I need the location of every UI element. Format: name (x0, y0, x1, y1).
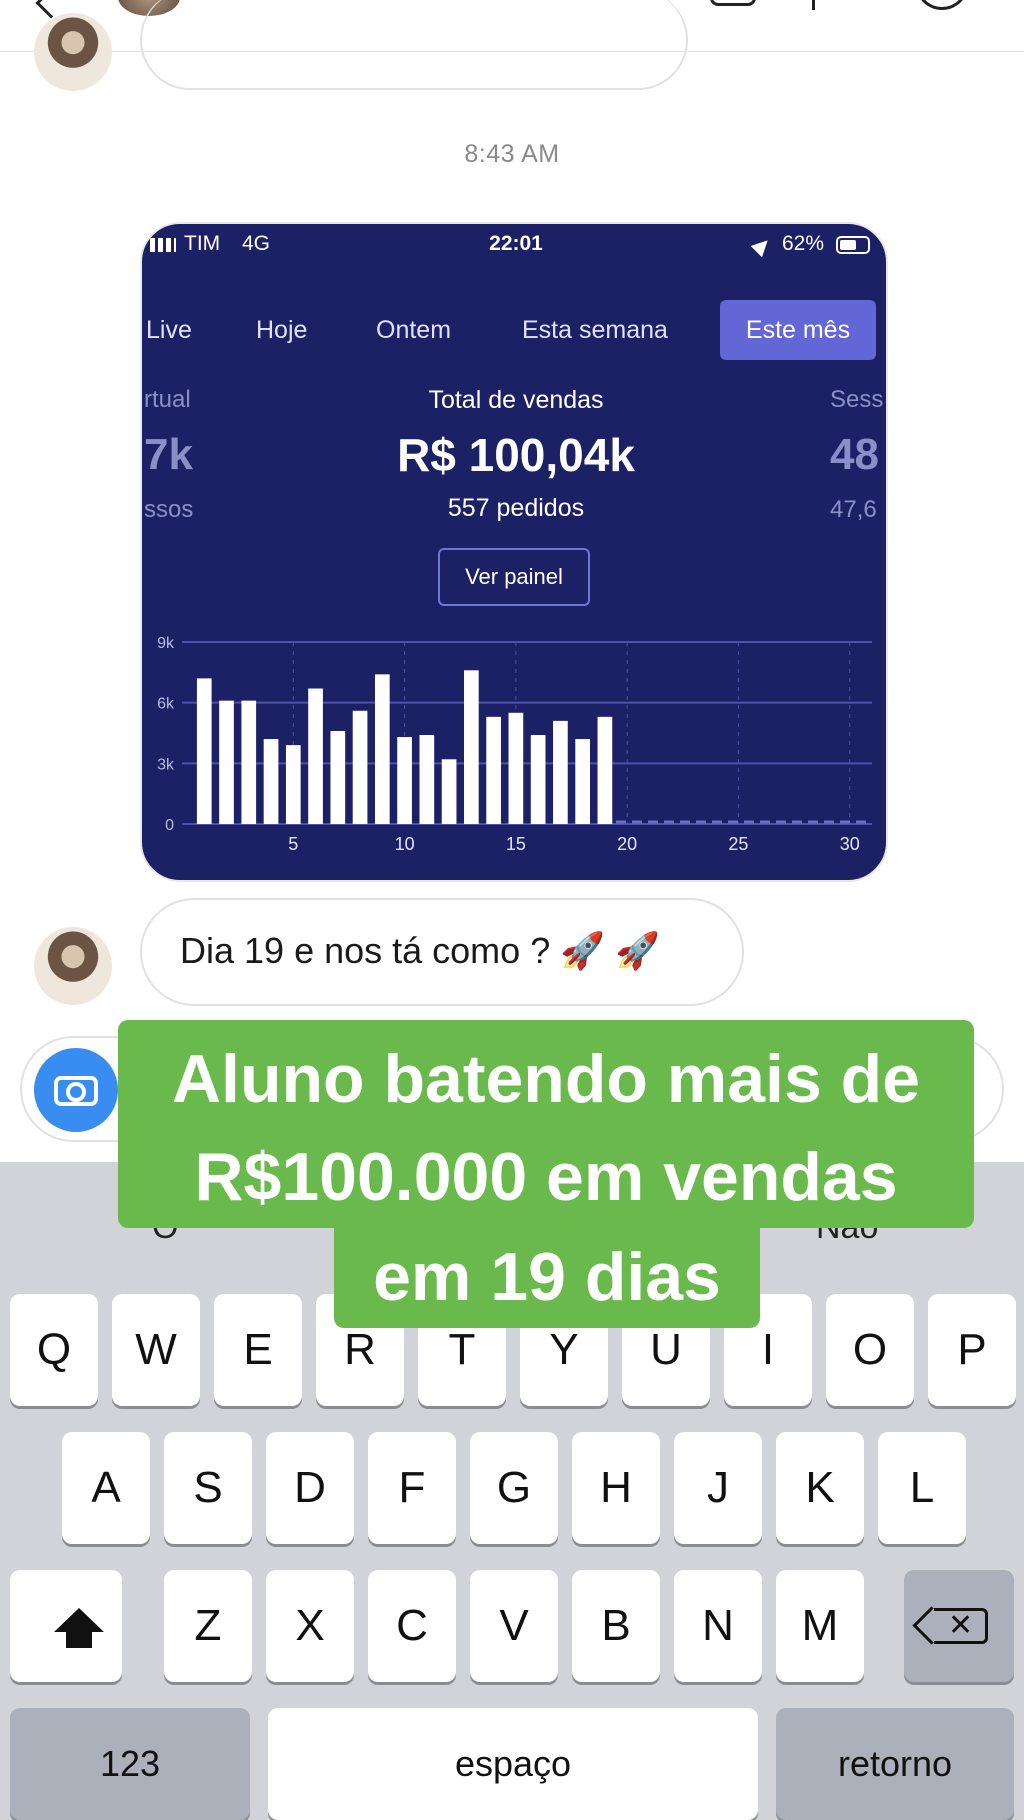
tab-esta-semana[interactable]: Esta semana (522, 300, 668, 360)
key-g[interactable]: G (470, 1432, 558, 1544)
video-call-icon[interactable] (710, 0, 756, 6)
chart-bar (530, 735, 546, 824)
key-h[interactable]: H (572, 1432, 660, 1544)
numbers-key[interactable]: 123 (10, 1708, 250, 1820)
chart-xtick-label: 20 (617, 834, 637, 854)
battery-percent: 62% (782, 232, 825, 255)
chart-bar (196, 678, 212, 824)
key-p[interactable]: P (928, 1294, 1016, 1406)
battery-icon (836, 236, 870, 254)
key-q[interactable]: Q (10, 1294, 98, 1406)
chart-bar (308, 688, 323, 824)
space-key[interactable]: espaço (268, 1708, 758, 1820)
key-j[interactable]: J (674, 1432, 762, 1544)
key-k[interactable]: K (776, 1432, 864, 1544)
chart-bar (219, 700, 234, 824)
tab-este-mes[interactable]: Este mês (720, 300, 876, 360)
chart-bar (374, 674, 390, 824)
chart-bar (285, 745, 301, 824)
key-d[interactable]: D (266, 1432, 354, 1544)
chart-ytick-label: 3k (157, 756, 175, 773)
chart-xtick-label: 15 (506, 834, 526, 854)
message-text: Dia 19 e nos tá como ? 🚀 🚀 (180, 930, 660, 971)
total-sales-label: Total de vendas (428, 386, 604, 414)
tab-ontem[interactable]: Ontem (376, 300, 451, 360)
chart-ytick-label: 0 (165, 817, 174, 834)
sales-bar-chart: 0 3k 6k 9k 5 10 15 20 25 30 (157, 635, 872, 854)
shift-key[interactable] (10, 1570, 122, 1682)
caption-line-2: R$100.000 em vendas (194, 1139, 898, 1215)
chart-bar (441, 759, 457, 824)
key-s[interactable]: S (164, 1432, 252, 1544)
key-b[interactable]: B (572, 1570, 660, 1682)
message-timestamp: 8:43 AM (464, 140, 560, 168)
key-n[interactable]: N (674, 1570, 762, 1682)
chart-xtick-label: 10 (395, 834, 415, 854)
key-c[interactable]: C (368, 1570, 456, 1682)
camera-lens-icon (66, 1082, 86, 1102)
chart-xtick-label: 30 (840, 834, 860, 854)
chart-bar (330, 730, 346, 824)
shift-arrow-icon (54, 1608, 104, 1632)
key-e[interactable]: E (214, 1294, 302, 1406)
right-metric-value: 48 (830, 430, 879, 479)
sender-avatar (34, 13, 112, 91)
key-f[interactable]: F (368, 1432, 456, 1544)
chart-bar (263, 739, 279, 824)
call-icon[interactable] (812, 0, 815, 10)
previous-message-bubble (140, 0, 688, 90)
status-time: 22:01 (489, 232, 543, 255)
chart-ytick-label: 9k (157, 635, 175, 652)
key-l[interactable]: L (878, 1432, 966, 1544)
right-metric-label: Sess (830, 386, 884, 413)
message-bubble[interactable]: Dia 19 e nos tá como ? 🚀 🚀 (140, 898, 744, 1006)
chart-bar (397, 737, 412, 824)
chart-bar (419, 735, 435, 824)
tab-live[interactable]: Live (146, 300, 192, 360)
chart-bar (553, 720, 568, 824)
key-a[interactable]: A (62, 1432, 150, 1544)
key-x[interactable]: X (266, 1570, 354, 1682)
chart-xtick-label: 5 (288, 834, 298, 854)
caption-line-3: em 19 dias (373, 1239, 721, 1315)
view-dashboard-button[interactable]: Ver painel (438, 548, 590, 606)
chart-bar (508, 712, 524, 824)
caption-overlay-tail: em 19 dias (334, 1228, 760, 1328)
shared-screenshot[interactable]: TIM 4G 22:01 62% Live Hoje Ontem Esta se… (140, 222, 888, 882)
key-w[interactable]: W (112, 1294, 200, 1406)
chart-bar (352, 710, 368, 824)
camera-button[interactable] (34, 1048, 118, 1132)
key-m[interactable]: M (776, 1570, 864, 1682)
caption-overlay: Aluno batendo mais de R$100.000 em venda… (118, 1020, 974, 1228)
chart-bar (241, 700, 257, 824)
info-icon[interactable] (916, 0, 968, 10)
right-metric-sub: 47,6 (830, 496, 877, 523)
total-sales-value: R$ 100,04k (397, 429, 635, 481)
sender-avatar[interactable] (34, 927, 112, 1005)
orders-count: 557 pedidos (447, 494, 585, 522)
chart-bar (575, 739, 590, 824)
return-key[interactable]: retorno (776, 1708, 1014, 1820)
backspace-key[interactable]: ✕ (904, 1570, 1014, 1682)
key-z[interactable]: Z (164, 1570, 252, 1682)
key-o[interactable]: O (826, 1294, 914, 1406)
chart-bar (486, 716, 501, 824)
key-v[interactable]: V (470, 1570, 558, 1682)
chart-bar (464, 670, 479, 824)
chart-bar (597, 716, 613, 824)
chart-xtick-label: 25 (728, 834, 748, 854)
chart-ytick-label: 6k (157, 696, 175, 713)
caption-line-1: Aluno batendo mais de (171, 1041, 921, 1117)
tab-hoje[interactable]: Hoje (256, 300, 307, 360)
